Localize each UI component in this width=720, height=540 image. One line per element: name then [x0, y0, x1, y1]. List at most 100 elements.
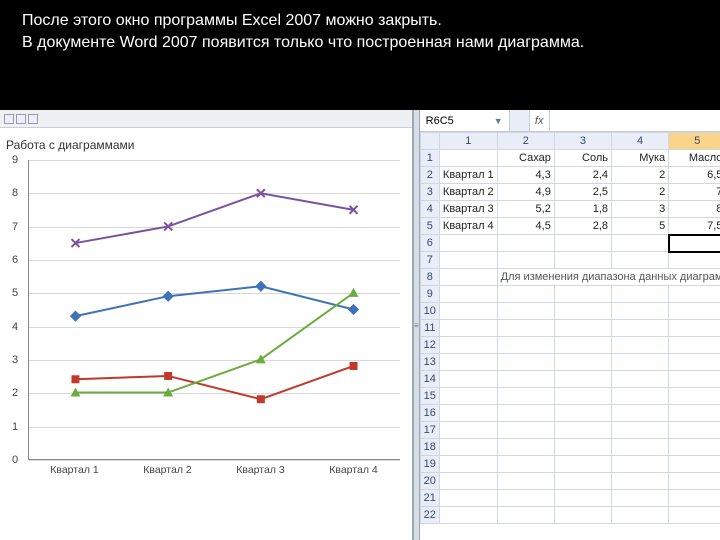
cell[interactable]: Для изменения диапазона данных диаграм — [497, 269, 720, 286]
cell[interactable] — [612, 473, 669, 490]
ruler-tab-stop[interactable] — [28, 114, 38, 124]
cell[interactable] — [439, 422, 497, 439]
cell[interactable] — [612, 490, 669, 507]
row-header[interactable]: 22 — [420, 507, 439, 524]
cell[interactable] — [669, 422, 720, 439]
cell[interactable] — [612, 337, 669, 354]
cell[interactable] — [497, 388, 554, 405]
cell[interactable]: Сахар — [497, 150, 554, 167]
cell[interactable] — [554, 320, 611, 337]
row-header[interactable]: 20 — [420, 473, 439, 490]
cell[interactable] — [497, 507, 554, 524]
cell[interactable] — [439, 286, 497, 303]
cell[interactable] — [669, 456, 720, 473]
cell[interactable] — [497, 252, 554, 269]
cell[interactable] — [554, 422, 611, 439]
cell[interactable] — [554, 354, 611, 371]
cell[interactable] — [669, 439, 720, 456]
cell[interactable]: 5 — [612, 218, 669, 235]
chevron-down-icon[interactable]: ▼ — [494, 116, 503, 126]
cell[interactable] — [439, 150, 497, 167]
cell[interactable] — [669, 473, 720, 490]
cell[interactable]: Квартал 1 — [439, 167, 497, 184]
cell[interactable]: 2 — [612, 167, 669, 184]
cell[interactable] — [554, 473, 611, 490]
cell[interactable] — [669, 286, 720, 303]
formula-bar[interactable] — [550, 110, 720, 131]
cell[interactable]: Мука — [612, 150, 669, 167]
cell[interactable] — [497, 337, 554, 354]
cell[interactable]: 5,2 — [497, 201, 554, 218]
cell[interactable] — [554, 235, 611, 252]
cell[interactable] — [554, 388, 611, 405]
row-header[interactable]: 17 — [420, 422, 439, 439]
cell[interactable]: 8 — [669, 201, 720, 218]
cell[interactable]: Квартал 3 — [439, 201, 497, 218]
cell[interactable] — [669, 405, 720, 422]
cell[interactable] — [497, 439, 554, 456]
cell[interactable] — [497, 354, 554, 371]
cell[interactable] — [612, 371, 669, 388]
row-header[interactable]: 15 — [420, 388, 439, 405]
cell[interactable] — [439, 303, 497, 320]
cell[interactable] — [612, 235, 669, 252]
cell[interactable]: Квартал 4 — [439, 218, 497, 235]
cell[interactable] — [612, 439, 669, 456]
cell[interactable] — [554, 405, 611, 422]
row-header[interactable]: 14 — [420, 371, 439, 388]
cell[interactable] — [669, 235, 720, 252]
cell[interactable]: 7,5 — [669, 218, 720, 235]
cell[interactable] — [669, 337, 720, 354]
cell[interactable] — [612, 252, 669, 269]
spreadsheet-grid[interactable]: 123451СахарСольМукаМасло2Квартал 14,32,4… — [420, 132, 720, 524]
cell[interactable] — [497, 490, 554, 507]
row-header[interactable]: 4 — [420, 201, 439, 218]
cell[interactable] — [669, 354, 720, 371]
cell[interactable] — [669, 490, 720, 507]
cell[interactable] — [554, 303, 611, 320]
cell[interactable] — [439, 337, 497, 354]
cell[interactable]: 3 — [612, 201, 669, 218]
cell[interactable]: 4,9 — [497, 184, 554, 201]
fx-icon[interactable]: fx — [530, 110, 550, 131]
cell[interactable] — [612, 405, 669, 422]
cell[interactable] — [669, 388, 720, 405]
cell[interactable] — [612, 320, 669, 337]
cell[interactable] — [612, 507, 669, 524]
cell[interactable] — [554, 371, 611, 388]
cell[interactable] — [439, 456, 497, 473]
cell[interactable] — [439, 320, 497, 337]
cell[interactable]: 2 — [612, 184, 669, 201]
cell[interactable] — [439, 269, 497, 286]
row-header[interactable]: 19 — [420, 456, 439, 473]
cell[interactable] — [439, 252, 497, 269]
select-all-corner[interactable] — [420, 133, 439, 150]
cell[interactable] — [554, 490, 611, 507]
row-header[interactable]: 6 — [420, 235, 439, 252]
cell[interactable]: 4,3 — [497, 167, 554, 184]
row-header[interactable]: 2 — [420, 167, 439, 184]
cell[interactable] — [554, 507, 611, 524]
row-header[interactable]: 1 — [420, 150, 439, 167]
cell[interactable] — [669, 252, 720, 269]
column-header[interactable]: 1 — [439, 133, 497, 150]
cell[interactable] — [612, 303, 669, 320]
cell[interactable] — [439, 235, 497, 252]
cell[interactable] — [439, 507, 497, 524]
cell[interactable] — [497, 405, 554, 422]
cell[interactable] — [612, 354, 669, 371]
cell[interactable] — [497, 371, 554, 388]
cell[interactable] — [497, 235, 554, 252]
cell[interactable] — [497, 473, 554, 490]
row-header[interactable]: 12 — [420, 337, 439, 354]
cell[interactable]: 2,5 — [554, 184, 611, 201]
column-header[interactable]: 2 — [497, 133, 554, 150]
cell[interactable] — [554, 337, 611, 354]
cell[interactable] — [439, 405, 497, 422]
embedded-chart[interactable]: 0123456789 Квартал 1Квартал 2Квартал 3Кв… — [6, 160, 406, 500]
cell[interactable] — [497, 456, 554, 473]
row-header[interactable]: 3 — [420, 184, 439, 201]
cell[interactable] — [612, 456, 669, 473]
cell[interactable] — [554, 439, 611, 456]
column-header[interactable]: 3 — [554, 133, 611, 150]
